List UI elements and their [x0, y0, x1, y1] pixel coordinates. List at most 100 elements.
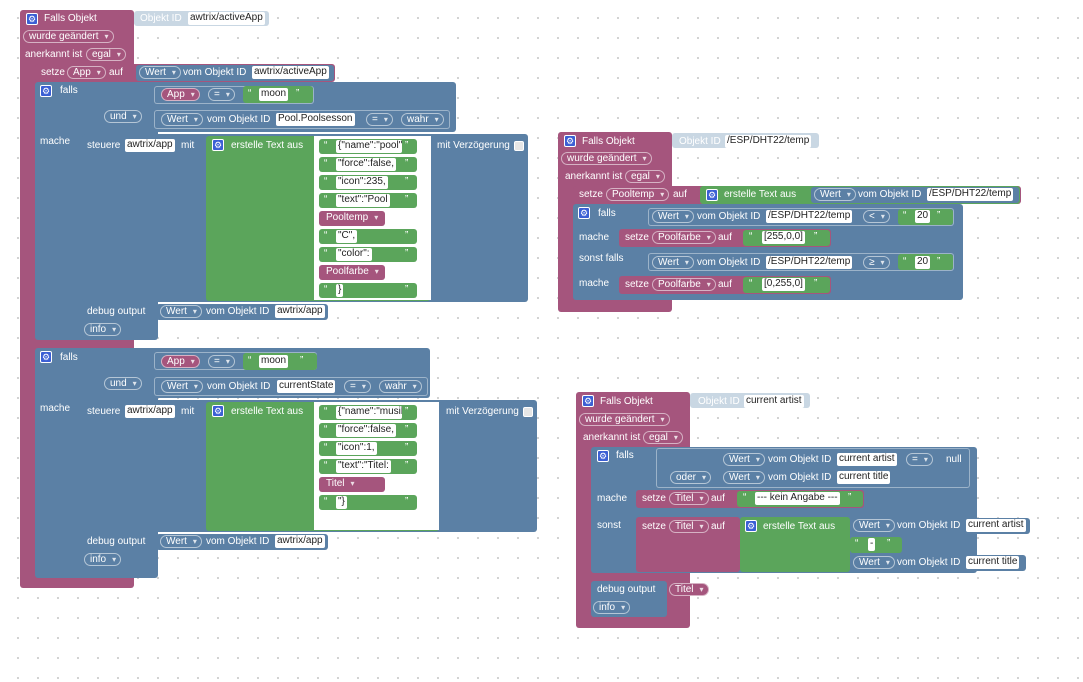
variable-dropdown[interactable]: Poolfarbe	[321, 266, 383, 279]
else-id1-input[interactable]: current artist	[966, 519, 1026, 532]
text-item-input[interactable]: "color":	[336, 248, 372, 261]
debug-id-input[interactable]: awtrix/app	[275, 535, 325, 548]
wahr-dropdown[interactable]: wahr	[379, 380, 422, 393]
egal-dropdown[interactable]: egal	[86, 48, 126, 61]
variable-dropdown[interactable]: Pooltemp	[321, 212, 382, 225]
eq-dropdown[interactable]: =	[906, 453, 933, 466]
var-app-dropdown[interactable]: App	[161, 355, 200, 368]
wert-dropdown[interactable]: Wert	[853, 519, 895, 532]
wert-id-input[interactable]: /ESP/DHT22/temp	[927, 188, 1014, 201]
oder-dropdown[interactable]: oder	[670, 471, 712, 484]
text-item-input[interactable]: {"name":"pool",	[336, 140, 402, 153]
wurde-geaendert-dropdown[interactable]: wurde geändert	[579, 413, 670, 426]
delay-checkbox[interactable]	[523, 407, 533, 417]
sep-input[interactable]: -	[868, 538, 876, 551]
text-item-input[interactable]: "force":false,	[336, 158, 397, 171]
text-item-block[interactable]	[319, 229, 417, 244]
wurde-geaendert-dropdown[interactable]: wurde geändert	[23, 30, 114, 43]
wert-dropdown[interactable]: Wert	[160, 535, 202, 548]
wert-dropdown[interactable]: Wert	[161, 113, 203, 126]
var-poolfarbe-dropdown[interactable]: Poolfarbe	[652, 278, 716, 291]
if-value-input[interactable]: 20	[915, 210, 931, 223]
gear-icon[interactable]: ⚙	[40, 351, 52, 363]
eq-dropdown[interactable]: =	[344, 380, 371, 393]
egal-dropdown[interactable]: egal	[625, 170, 665, 183]
no-info-input[interactable]: --- kein Angabe ---	[755, 492, 840, 505]
wert-dropdown[interactable]: Wert	[139, 66, 181, 79]
moon-input[interactable]: moon	[259, 88, 289, 101]
text-item-input[interactable]: "text":"Pool	[336, 194, 390, 207]
wert-dropdown[interactable]: Wert	[652, 210, 694, 223]
text-item-input[interactable]: {"name":"musik",	[336, 406, 402, 419]
state-id-input[interactable]: currentState	[277, 380, 336, 393]
delay-checkbox[interactable]	[514, 141, 524, 151]
trigger-id-input[interactable]: current artist	[744, 395, 804, 408]
text-item-input[interactable]: }	[336, 284, 344, 297]
info-dropdown[interactable]: info	[593, 601, 631, 614]
gear-icon[interactable]: ⚙	[745, 520, 757, 532]
elif-value-input[interactable]: 20	[915, 256, 931, 269]
eq-dropdown[interactable]: =	[208, 355, 235, 368]
wert-id-input[interactable]: awtrix/activeApp	[252, 66, 329, 79]
var-poolfarbe-dropdown[interactable]: Poolfarbe	[652, 231, 716, 244]
gear-icon[interactable]: ⚙	[706, 189, 718, 201]
text-item-block[interactable]	[319, 283, 417, 298]
text-item-input[interactable]: "icon":1,	[336, 442, 377, 455]
gear-icon[interactable]: ⚙	[597, 450, 609, 462]
wert-dropdown[interactable]: Wert	[723, 453, 765, 466]
debug-id-input[interactable]: awtrix/app	[275, 305, 325, 318]
gear-icon[interactable]: ⚙	[212, 405, 224, 417]
und-dropdown[interactable]: und	[104, 377, 142, 390]
trigger-id-input[interactable]: awtrix/activeApp	[188, 12, 265, 25]
wert-dropdown[interactable]: Wert	[160, 305, 202, 318]
trigger-id-input[interactable]: /ESP/DHT22/temp	[725, 135, 812, 148]
var-titel-dropdown[interactable]: Titel	[669, 492, 709, 505]
text-item-input[interactable]: "C",	[336, 230, 358, 243]
color1-input[interactable]: [255,0,0]	[762, 231, 805, 244]
info-dropdown[interactable]: info	[84, 553, 122, 566]
var-pooltemp-dropdown[interactable]: Pooltemp	[606, 188, 670, 201]
else-id2-input[interactable]: current title	[966, 556, 1020, 569]
if-id-input[interactable]: /ESP/DHT22/temp	[766, 210, 853, 223]
egal-dropdown[interactable]: egal	[643, 431, 683, 444]
gte-dropdown[interactable]: ≥	[863, 256, 890, 269]
wurde-geaendert-dropdown[interactable]: wurde geändert	[561, 152, 652, 165]
text-item-input[interactable]: "icon":235,	[336, 176, 388, 189]
cond-id2-input[interactable]: current title	[837, 471, 891, 484]
debug-titel-dropdown[interactable]: Titel	[669, 583, 709, 596]
eq-dropdown[interactable]: =	[366, 113, 393, 126]
wert-dropdown[interactable]: Wert	[161, 380, 203, 393]
var-titel-dropdown[interactable]: Titel	[669, 520, 709, 533]
eq-dropdown[interactable]: =	[208, 88, 235, 101]
text-item-block[interactable]	[319, 495, 417, 510]
state-id-input[interactable]: Pool.Poolsesson	[276, 113, 355, 126]
gear-icon[interactable]: ⚙	[578, 207, 590, 219]
wahr-dropdown[interactable]: wahr	[401, 113, 444, 126]
info-dropdown[interactable]: info	[84, 323, 122, 336]
lt-dropdown[interactable]: <	[863, 210, 890, 223]
text-item-input[interactable]: "text":"Titel:	[336, 460, 391, 473]
wert-dropdown[interactable]: Wert	[723, 471, 765, 484]
gear-icon[interactable]: ⚙	[582, 395, 594, 407]
variable-dropdown[interactable]: Titel	[321, 478, 359, 491]
gear-icon[interactable]: ⚙	[40, 85, 52, 97]
text-item-input[interactable]: "}	[336, 496, 347, 509]
target-input[interactable]: awtrix/app	[125, 139, 175, 152]
wert-dropdown[interactable]: Wert	[814, 188, 856, 201]
wert-dropdown[interactable]: Wert	[853, 556, 895, 569]
gear-icon[interactable]: ⚙	[212, 139, 224, 151]
und-dropdown[interactable]: und	[104, 110, 142, 123]
var-app-dropdown[interactable]: App	[161, 88, 200, 101]
cond-id1-input[interactable]: current artist	[837, 453, 897, 466]
text-item-input[interactable]: "force":false,	[336, 424, 397, 437]
color2-input[interactable]: [0,255,0]	[762, 278, 805, 291]
elif-id-input[interactable]: /ESP/DHT22/temp	[766, 256, 853, 269]
falls-label: falls	[60, 85, 78, 96]
gear-icon[interactable]: ⚙	[564, 135, 576, 147]
target-input[interactable]: awtrix/app	[125, 405, 175, 418]
wert-dropdown[interactable]: Wert	[652, 256, 694, 269]
gear-icon[interactable]: ⚙	[26, 13, 38, 25]
var-app-dropdown[interactable]: App	[67, 66, 106, 79]
moon-input[interactable]: moon	[259, 355, 289, 368]
vom-objekt-id-label: vom Objekt ID	[858, 189, 922, 200]
